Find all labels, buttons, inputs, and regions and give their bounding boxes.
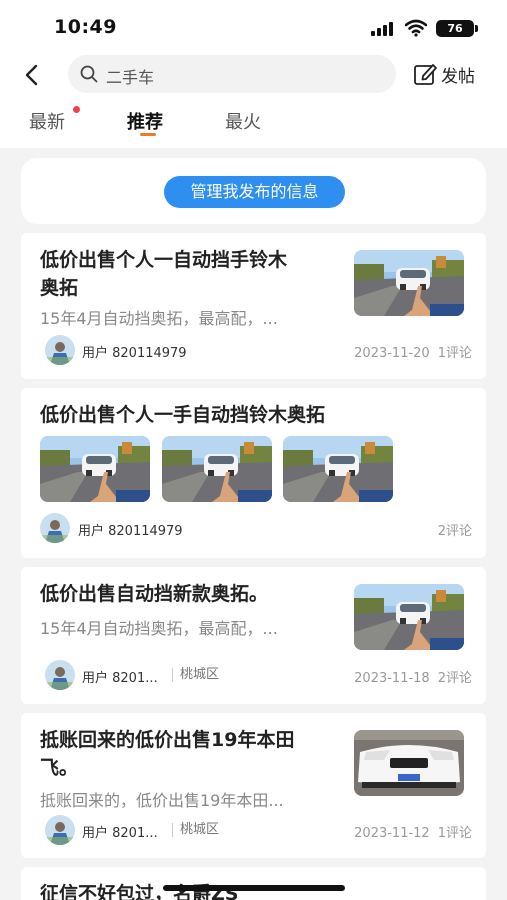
post-description: 抵账回来的，低价出售19年本田... — [40, 791, 284, 810]
manage-my-posts-button[interactable]: 管理我发布的信息 — [164, 176, 345, 208]
avatar[interactable] — [45, 660, 75, 690]
tab-hottest[interactable]: 最火 — [225, 108, 261, 134]
status-time: 10:49 — [54, 16, 117, 38]
home-indicator — [163, 885, 345, 891]
post-username: 用户 820114979 — [82, 346, 187, 361]
wifi-icon — [405, 19, 427, 37]
nav-bar: 二手车 发帖 — [0, 52, 507, 98]
post-date: 2023-11-12 — [354, 826, 430, 841]
search-text: 二手车 — [106, 68, 155, 87]
post-card[interactable]: 低价出售自动挡新款奥拓。 15年4月自动挡奥拓，最高配，... 用户 8201.… — [21, 567, 486, 704]
post-title: 抵账回来的低价出售19年本田 飞。 — [40, 729, 295, 779]
post-location: 桃城区 — [172, 823, 219, 837]
post-username: 用户 8201... — [82, 671, 158, 686]
avatar[interactable] — [40, 513, 70, 543]
post-card[interactable]: 低价出售个人一手自动挡铃木奥拓 用户 820114979 2评论 — [21, 388, 486, 558]
comment-count: 2评论 — [437, 524, 472, 539]
manage-card: 管理我发布的信息 — [21, 158, 486, 224]
edit-icon — [414, 64, 437, 85]
post-username: 用户 820114979 — [78, 524, 183, 539]
post-image[interactable] — [283, 436, 393, 502]
back-icon[interactable] — [18, 60, 48, 90]
status-bar: 10:49 76 — [0, 0, 507, 52]
post-image[interactable] — [162, 436, 272, 502]
tab-recommended[interactable]: 推荐 — [127, 108, 163, 134]
tab-latest[interactable]: 最新 — [29, 108, 65, 134]
comment-count: 1评论 — [437, 346, 472, 361]
search-icon — [80, 65, 98, 83]
search-input[interactable]: 二手车 — [68, 55, 396, 93]
post-location: 桃城区 — [172, 668, 219, 682]
post-title: 低价出售自动挡新款奥拓。 — [40, 583, 269, 605]
tab-bar: 最新 推荐 最火 — [0, 98, 507, 148]
post-meta: 2023-11-18 2评论 — [354, 667, 472, 686]
comment-count: 2评论 — [437, 671, 472, 686]
post-thumbnail[interactable] — [354, 730, 464, 796]
post-thumbnail[interactable] — [354, 584, 464, 650]
post-date: 2023-11-20 — [354, 346, 430, 361]
post-card[interactable]: 征信不好包过，名爵ZS — [21, 867, 486, 900]
post-meta: 2023-11-12 1评论 — [354, 822, 472, 841]
post-title: 低价出售个人一手自动挡铃木奥拓 — [40, 404, 326, 426]
post-thumbnail[interactable] — [354, 250, 464, 316]
post-date: 2023-11-18 — [354, 671, 430, 686]
avatar[interactable] — [45, 335, 75, 365]
post-button[interactable]: 发帖 — [412, 61, 475, 87]
battery-icon: 76 — [436, 20, 478, 37]
new-dot-badge — [73, 106, 80, 113]
post-meta: 2评论 — [438, 520, 472, 539]
post-username: 用户 8201... — [82, 826, 158, 841]
post-meta: 2023-11-20 1评论 — [354, 342, 472, 361]
comment-count: 1评论 — [437, 826, 472, 841]
post-title: 低价出售个人一自动挡手铃木 奥拓 — [40, 249, 288, 299]
post-description: 15年4月自动挡奥拓，最高配，... — [40, 309, 278, 328]
tab-active-indicator — [140, 133, 156, 136]
post-card[interactable]: 抵账回来的低价出售19年本田 飞。 抵账回来的，低价出售19年本田... 用户 … — [21, 713, 486, 858]
post-image[interactable] — [40, 436, 150, 502]
post-card[interactable]: 低价出售个人一自动挡手铃木 奥拓 15年4月自动挡奥拓，最高配，... 用户 8… — [21, 233, 486, 379]
avatar[interactable] — [45, 815, 75, 845]
post-label: 发帖 — [441, 66, 475, 87]
signal-icon — [371, 22, 397, 36]
post-description: 15年4月自动挡奥拓，最高配，... — [40, 619, 278, 638]
